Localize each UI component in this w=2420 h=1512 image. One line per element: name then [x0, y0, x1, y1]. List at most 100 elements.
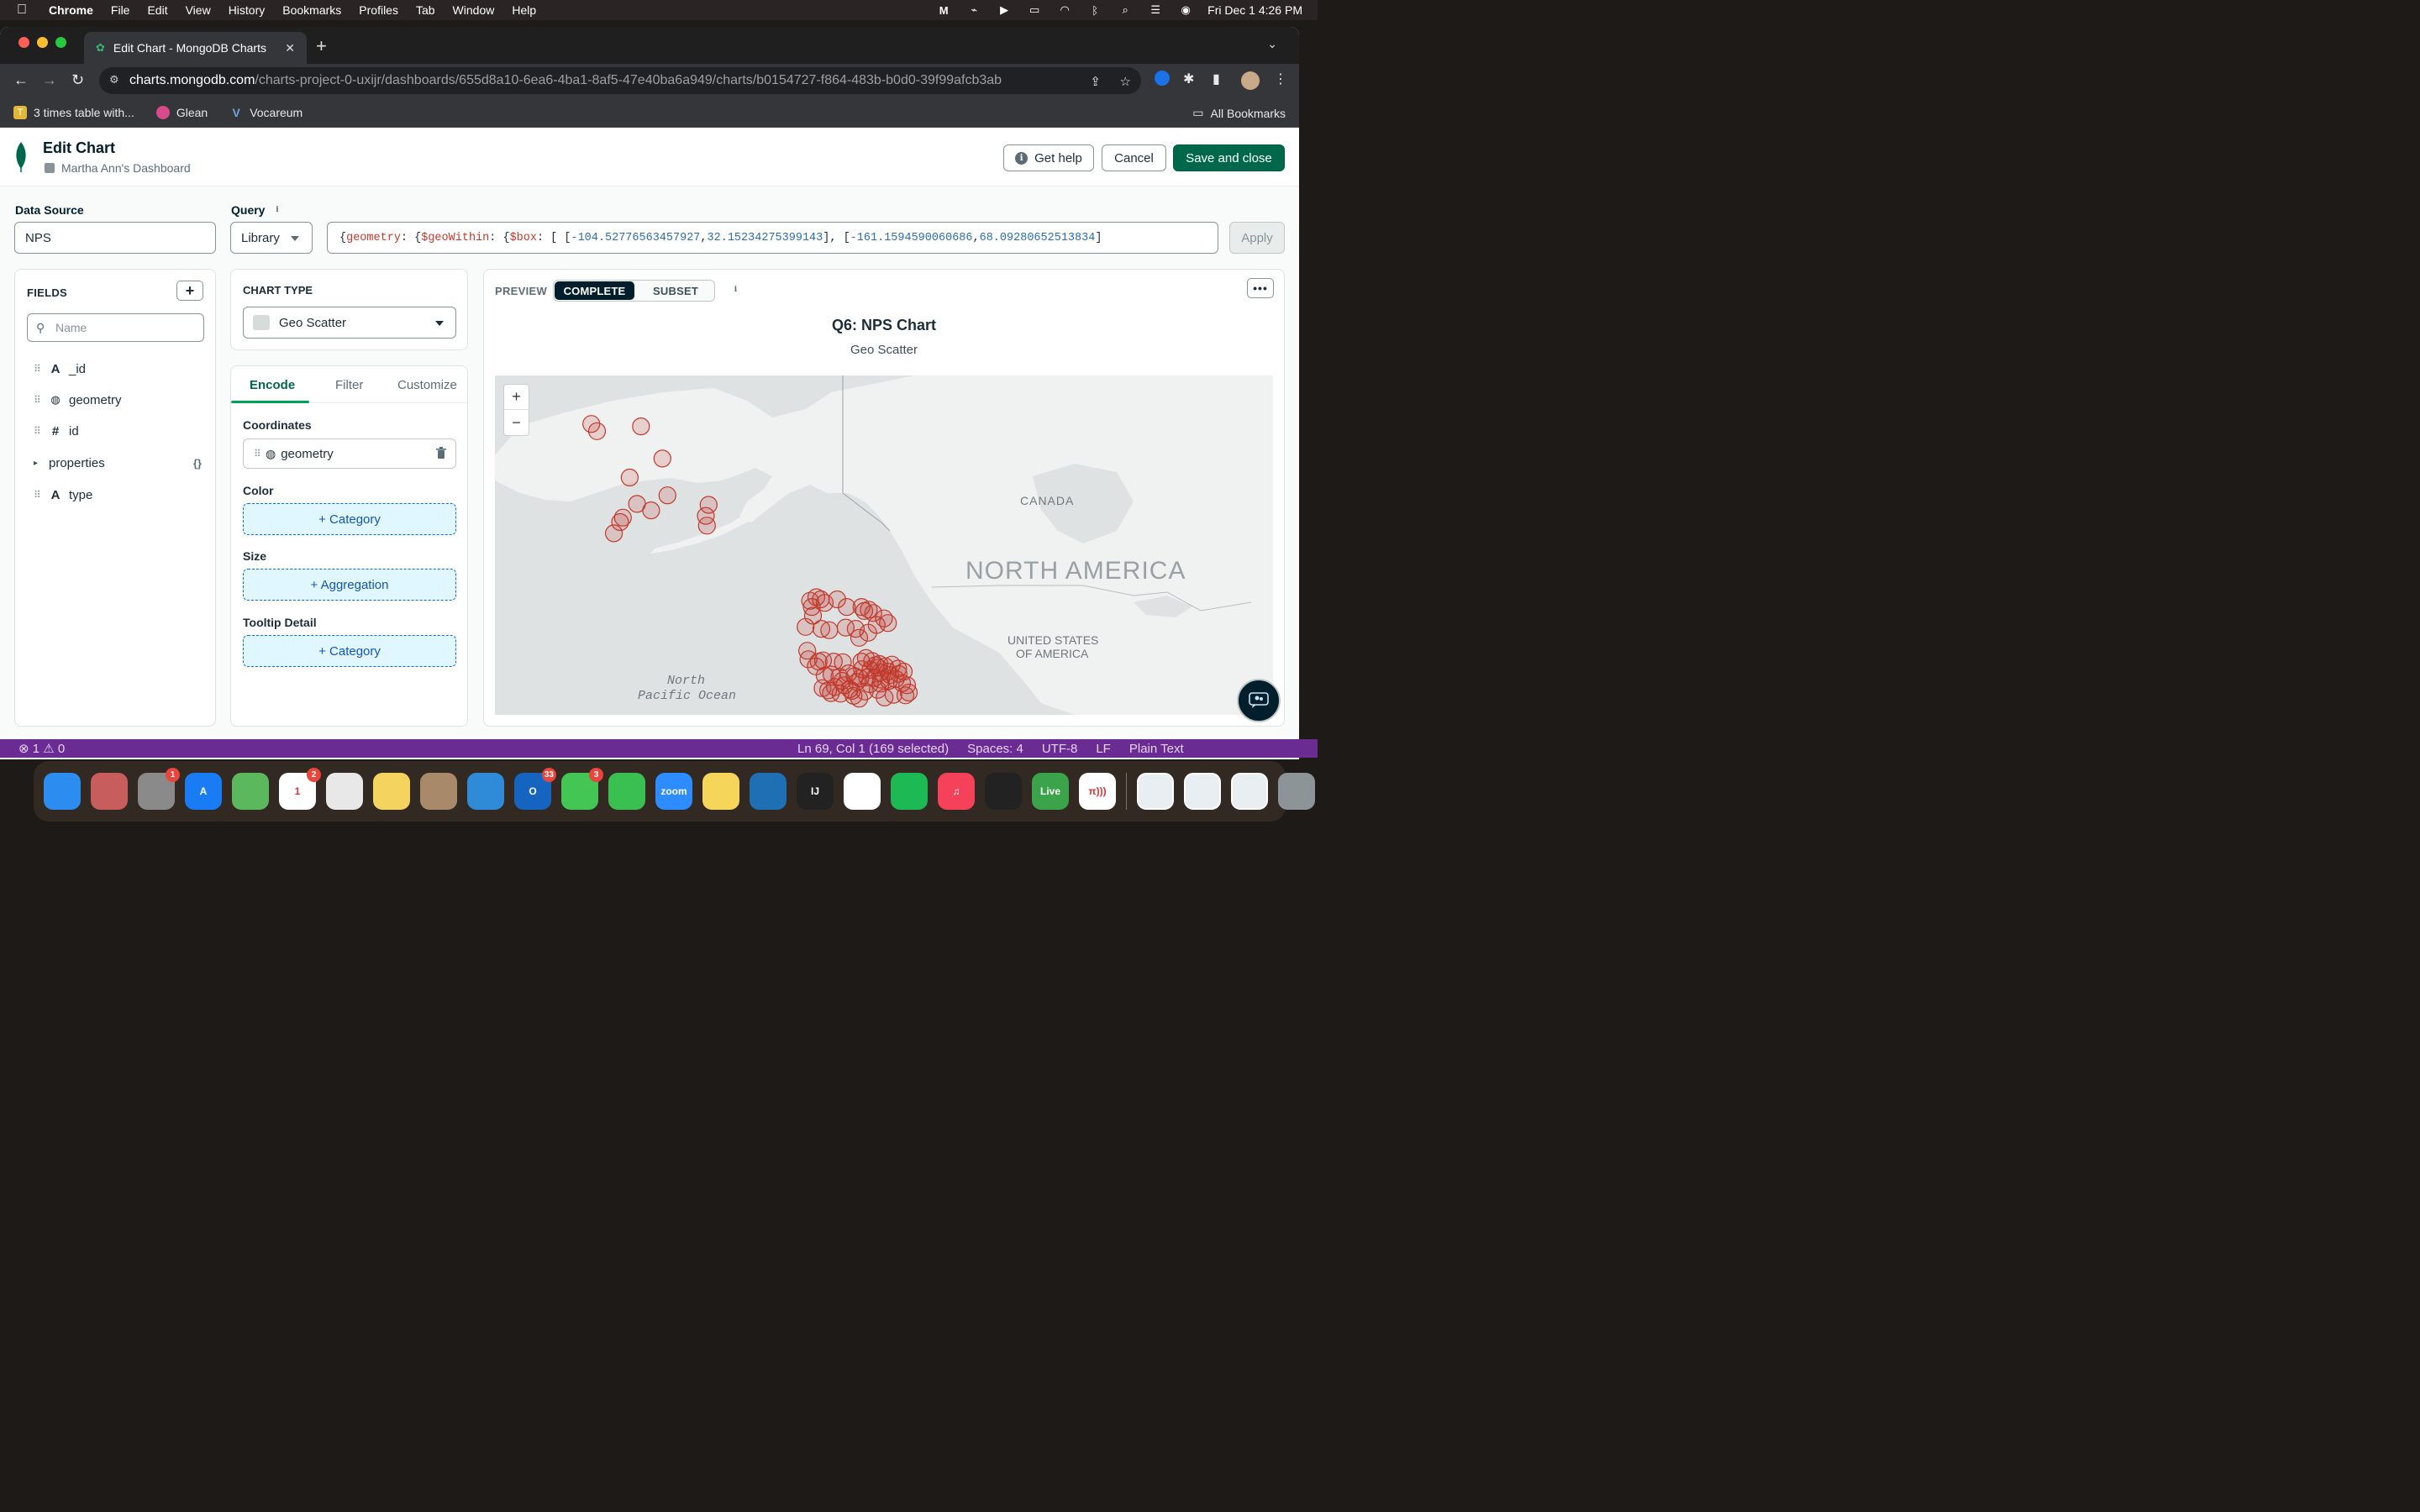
scatter-point[interactable]	[653, 449, 671, 468]
live-dock-icon[interactable]: Live	[1032, 773, 1069, 810]
minimize-window-button[interactable]	[37, 37, 48, 48]
menu-app-name[interactable]: Chrome	[49, 3, 93, 17]
menu-clock[interactable]: Fri Dec 1 4:26 PM	[1207, 3, 1302, 17]
control-center-icon[interactable]: ☰	[1147, 3, 1164, 17]
preview-info-icon[interactable]: i	[730, 284, 741, 295]
tab-filter[interactable]: Filter	[335, 378, 363, 392]
mongodb-leaf-logo-icon[interactable]	[13, 141, 29, 173]
expand-caret-icon[interactable]: ▸	[34, 459, 42, 468]
reload-icon[interactable]: ↻	[71, 71, 84, 89]
apple-logo-icon[interactable]: 	[17, 3, 34, 18]
launchpad-dock-icon[interactable]	[91, 773, 128, 810]
file-encoding[interactable]: UTF-8	[1042, 742, 1078, 756]
siri-icon[interactable]: ◉	[1177, 3, 1194, 17]
play-icon[interactable]: ▶	[996, 3, 1013, 17]
zoom-in-button[interactable]: +	[504, 385, 529, 410]
support-chat-button[interactable]	[1237, 679, 1281, 722]
scatter-point[interactable]	[899, 683, 918, 702]
scatter-point[interactable]	[850, 628, 869, 647]
scatter-point[interactable]	[632, 417, 650, 436]
more-options-button[interactable]: •••	[1247, 278, 1274, 298]
geo-map[interactable]: CANADA NORTH AMERICA UNITED STATES OF AM…	[495, 375, 1273, 715]
messages-dock-icon[interactable]: 3	[561, 768, 603, 810]
add-field-button[interactable]: +	[176, 281, 203, 301]
chart-type-select[interactable]: Geo Scatter	[243, 307, 456, 339]
bluetooth-icon[interactable]: ᛒ	[1086, 3, 1103, 17]
scatter-point[interactable]	[642, 501, 660, 520]
forward-arrow-icon[interactable]: →	[42, 71, 57, 89]
profile-avatar[interactable]	[1241, 71, 1260, 90]
tab-search-chevron-icon[interactable]: ⌄	[1267, 37, 1277, 51]
apply-query-button[interactable]: Apply	[1229, 222, 1285, 254]
scatter-point[interactable]	[869, 659, 887, 677]
query-mode-select[interactable]: Library	[230, 222, 313, 254]
zoom-out-button[interactable]: −	[504, 410, 529, 435]
drag-handle-icon[interactable]: ⠿	[34, 363, 42, 375]
maps-dock-icon[interactable]	[232, 773, 269, 810]
spotlight-search-icon[interactable]: ⌕	[1117, 3, 1134, 17]
menu-bookmarks[interactable]: Bookmarks	[282, 3, 341, 17]
share-icon[interactable]: ⇪	[1090, 74, 1101, 89]
app-store-dock-icon[interactable]: A	[185, 773, 222, 810]
query-input[interactable]: { geometry: { $geoWithin: { $box: [ [ -1…	[327, 222, 1218, 254]
recent-window-1-thumbnail[interactable]	[1137, 773, 1174, 810]
get-help-button[interactable]: i Get help	[1003, 144, 1094, 171]
chrome-menu-icon[interactable]: ⋮	[1274, 71, 1287, 87]
site-info-icon[interactable]: ⚙	[109, 73, 119, 87]
field-item-_id[interactable]: ⠿ A _id	[34, 359, 86, 379]
menu-view[interactable]: View	[186, 3, 211, 17]
drag-handle-icon[interactable]: ⠿	[34, 489, 42, 501]
extensions-puzzle-icon[interactable]: ✱	[1183, 71, 1194, 87]
field-item-type[interactable]: ⠿ A type	[34, 485, 92, 505]
close-tab-icon[interactable]: ✕	[285, 41, 295, 55]
new-tab-icon[interactable]: +	[316, 35, 327, 57]
notes-dock-icon[interactable]	[702, 773, 739, 810]
spotify-dock-icon[interactable]	[891, 773, 928, 810]
back-arrow-icon[interactable]: ←	[13, 71, 29, 89]
safari-dock-icon[interactable]	[467, 773, 504, 810]
airpods-icon[interactable]: ⌁	[965, 3, 982, 17]
wifi-icon[interactable]: ◠	[1056, 3, 1073, 17]
drag-handle-icon[interactable]: ⠿	[254, 448, 262, 459]
coordinates-field-chip[interactable]: ⠿ ◍ geometry	[243, 438, 456, 469]
menu-history[interactable]: History	[229, 3, 266, 17]
map-canvas[interactable]: CANADA NORTH AMERICA UNITED STATES OF AM…	[495, 375, 1273, 715]
cancel-button[interactable]: Cancel	[1102, 144, 1166, 171]
close-window-button[interactable]	[18, 37, 29, 48]
scatter-point[interactable]	[658, 486, 676, 505]
menu-window[interactable]: Window	[453, 3, 495, 17]
drag-handle-icon[interactable]: ⠿	[34, 394, 42, 406]
bookmark-item-glean[interactable]: Glean	[155, 105, 208, 119]
scatter-point[interactable]	[797, 617, 815, 636]
query-info-icon[interactable]: i	[271, 205, 282, 216]
language-mode[interactable]: Plain Text	[1129, 742, 1184, 756]
bookmark-item-vocareum[interactable]: V Vocareum	[229, 106, 303, 119]
zoom-dock-icon[interactable]: zoom	[655, 773, 692, 810]
field-search-input[interactable]: ⚲ Name	[27, 313, 204, 342]
contacts-dock-icon[interactable]	[420, 773, 457, 810]
scatter-point[interactable]	[871, 675, 890, 693]
calendar-dock-icon[interactable]: 12	[279, 768, 321, 810]
extension-download-icon[interactable]	[1155, 71, 1170, 86]
field-item-id[interactable]: ⠿ # id	[34, 421, 79, 441]
chrome-dock-icon[interactable]	[326, 773, 363, 810]
music-dock-icon[interactable]: ♫	[938, 773, 975, 810]
tooltip-category-dropzone[interactable]: + Category	[243, 635, 456, 667]
vscode-dock-icon[interactable]	[750, 773, 786, 810]
field-item-properties[interactable]: ▸ properties {}	[34, 453, 202, 473]
menu-help[interactable]: Help	[512, 3, 536, 17]
browser-tab[interactable]: ✿ Edit Chart - MongoDB Charts ✕	[84, 32, 307, 64]
all-bookmarks-button[interactable]: ▭ All Bookmarks	[1192, 106, 1286, 120]
indentation[interactable]: Spaces: 4	[967, 742, 1023, 756]
system-settings-dock-icon[interactable]: 1	[138, 768, 180, 810]
trash-icon[interactable]	[436, 447, 446, 459]
outlook-dock-icon[interactable]: O 33	[514, 768, 556, 810]
bookmark-star-icon[interactable]: ☆	[1120, 74, 1131, 89]
slack-dock-icon[interactable]	[844, 773, 881, 810]
scatter-point[interactable]	[620, 468, 639, 487]
scatter-point[interactable]	[813, 679, 832, 697]
drag-handle-icon[interactable]: ⠿	[34, 425, 42, 437]
trash-dock-icon[interactable]	[1278, 773, 1315, 810]
scatter-point[interactable]	[850, 690, 869, 708]
address-bar[interactable]: ⚙ charts.mongodb.com/charts-project-0-ux…	[99, 67, 1141, 94]
